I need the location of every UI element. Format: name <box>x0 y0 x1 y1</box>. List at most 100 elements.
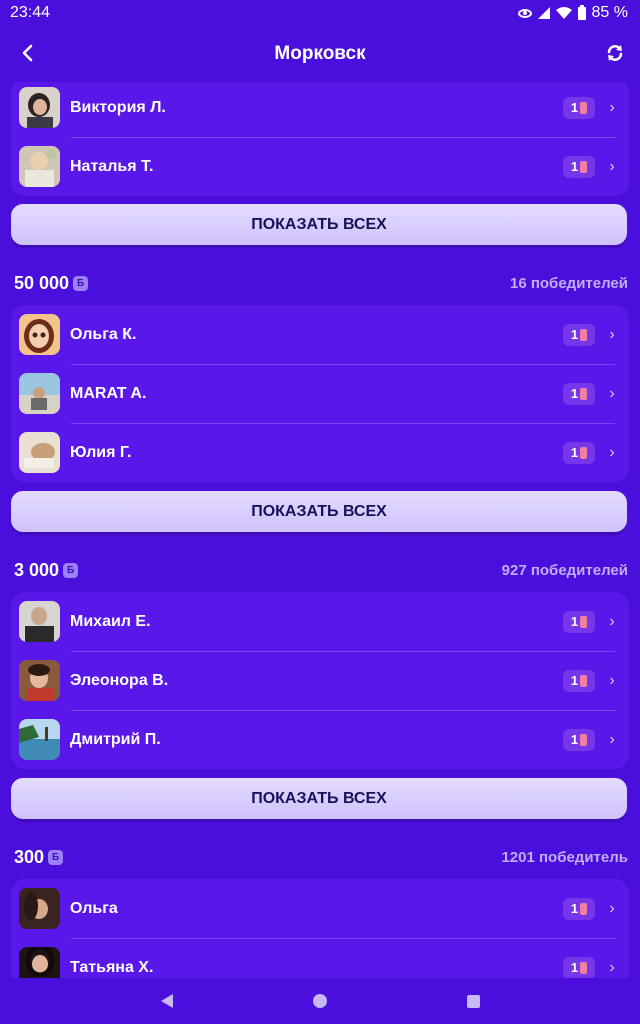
winner-name: Виктория Л. <box>70 98 166 116</box>
winner-row[interactable]: Наталья Т. 1 › <box>11 137 629 196</box>
winners-card: Ольга К. 1 › MARAT A. 1 › Юлия Г. 1 › <box>11 305 629 482</box>
status-bar: 23:44 85 % <box>0 0 640 26</box>
ticket-count: 1 <box>570 100 579 115</box>
ticket-icon <box>580 733 588 746</box>
signal-icon <box>537 7 550 19</box>
ticket-icon <box>580 674 588 687</box>
ticket-count: 1 <box>570 960 579 975</box>
ticket-icon <box>580 101 588 114</box>
show-all-button[interactable]: ПОКАЗАТЬ ВСЕХ <box>11 204 627 245</box>
ticket-badge: 1 <box>563 323 595 346</box>
winner-name: Юлия Г. <box>70 443 132 461</box>
winners-count: 927 победителей <box>501 561 628 579</box>
ticket-count: 1 <box>570 732 579 747</box>
winner-row[interactable]: Виктория Л. 1 › <box>11 82 629 137</box>
winner-name: MARAT A. <box>70 384 147 402</box>
coin-icon: Б <box>63 562 79 578</box>
avatar <box>19 87 60 128</box>
winner-name: Михаил Е. <box>70 612 151 630</box>
avatar <box>19 719 60 760</box>
ticket-count: 1 <box>570 445 579 460</box>
ticket-icon <box>580 902 588 915</box>
eye-icon <box>517 8 532 18</box>
chevron-right-icon: › <box>609 384 615 402</box>
battery-icon <box>577 4 586 20</box>
battery-level: 85 % <box>591 4 628 21</box>
chevron-right-icon: › <box>609 443 615 461</box>
ticket-badge: 1 <box>563 382 595 405</box>
ticket-count: 1 <box>570 673 579 688</box>
system-nav-bar <box>0 978 640 1024</box>
prize-section-header: 300 Б 1201 победитель <box>14 845 628 869</box>
coin-icon: Б <box>48 849 64 865</box>
winner-row[interactable]: Михаил Е. 1 › <box>11 592 629 651</box>
winners-card: Ольга 1 › Татьяна Х. 1 › <box>11 879 629 978</box>
winner-name: Дмитрий П. <box>70 730 161 748</box>
avatar <box>19 314 60 355</box>
chevron-right-icon: › <box>609 730 615 748</box>
winner-name: Татьяна Х. <box>70 958 154 976</box>
avatar <box>19 373 60 414</box>
winner-row[interactable]: Юлия Г. 1 › <box>11 423 629 482</box>
avatar <box>19 601 60 642</box>
winner-name: Ольга К. <box>70 325 137 343</box>
refresh-button[interactable] <box>600 38 630 68</box>
winner-name: Элеонора В. <box>70 671 169 689</box>
ticket-badge: 1 <box>563 669 595 692</box>
winners-list[interactable]: Виктория Л. 1 › Наталья Т. 1 › ПОКАЗАТЬ … <box>0 82 640 978</box>
avatar <box>19 432 60 473</box>
ticket-icon <box>580 387 588 400</box>
ticket-count: 1 <box>570 327 579 342</box>
app-header: Морковск <box>0 26 640 82</box>
chevron-right-icon: › <box>609 98 615 116</box>
avatar <box>19 146 60 187</box>
prize-value: 300 <box>14 846 45 867</box>
chevron-right-icon: › <box>609 958 615 976</box>
chevron-right-icon: › <box>609 671 615 689</box>
winner-name: Наталья Т. <box>70 157 154 175</box>
nav-recents-icon[interactable] <box>466 994 480 1008</box>
ticket-badge: 1 <box>563 956 595 978</box>
winners-count: 1201 победитель <box>501 848 628 866</box>
ticket-badge: 1 <box>563 728 595 751</box>
ticket-badge: 1 <box>563 155 595 178</box>
ticket-count: 1 <box>570 901 579 916</box>
ticket-count: 1 <box>570 159 579 174</box>
winner-row[interactable]: MARAT A. 1 › <box>11 364 629 423</box>
winner-row[interactable]: Ольга 1 › <box>11 879 629 938</box>
winners-count: 16 победителей <box>509 274 628 292</box>
show-all-button[interactable]: ПОКАЗАТЬ ВСЕХ <box>11 491 627 532</box>
avatar <box>19 660 60 701</box>
prize-amount: 300 Б <box>14 846 64 868</box>
status-time: 23:44 <box>10 4 51 21</box>
winners-card: Михаил Е. 1 › Элеонора В. 1 › Дмитрий П.… <box>11 592 629 769</box>
ticket-badge: 1 <box>563 897 595 920</box>
chevron-right-icon: › <box>609 157 615 175</box>
ticket-count: 1 <box>570 386 579 401</box>
nav-home-icon[interactable] <box>312 994 327 1008</box>
ticket-count: 1 <box>570 614 579 629</box>
ticket-icon <box>580 328 588 341</box>
winner-row[interactable]: Дмитрий П. 1 › <box>11 710 629 769</box>
prize-value: 3 000 <box>14 559 60 580</box>
winner-row[interactable]: Элеонора В. 1 › <box>11 651 629 710</box>
chevron-right-icon: › <box>609 612 615 630</box>
winner-row[interactable]: Ольга К. 1 › <box>11 305 629 364</box>
avatar <box>19 947 60 978</box>
chevron-left-icon <box>22 44 33 62</box>
ticket-icon <box>580 615 588 628</box>
wifi-icon <box>555 7 572 19</box>
avatar <box>19 888 60 929</box>
winners-card: Виктория Л. 1 › Наталья Т. 1 › <box>11 82 629 196</box>
page-title: Морковск <box>274 43 366 64</box>
ticket-badge: 1 <box>563 610 595 633</box>
show-all-button[interactable]: ПОКАЗАТЬ ВСЕХ <box>11 778 627 819</box>
nav-back-icon[interactable] <box>160 994 173 1008</box>
winner-row[interactable]: Татьяна Х. 1 › <box>11 938 629 978</box>
prize-value: 50 000 <box>14 272 70 293</box>
refresh-icon <box>607 45 623 61</box>
chevron-right-icon: › <box>609 325 615 343</box>
prize-section-header: 3 000 Б 927 победителей <box>14 558 628 582</box>
back-button[interactable] <box>12 38 42 68</box>
ticket-icon <box>580 446 588 459</box>
